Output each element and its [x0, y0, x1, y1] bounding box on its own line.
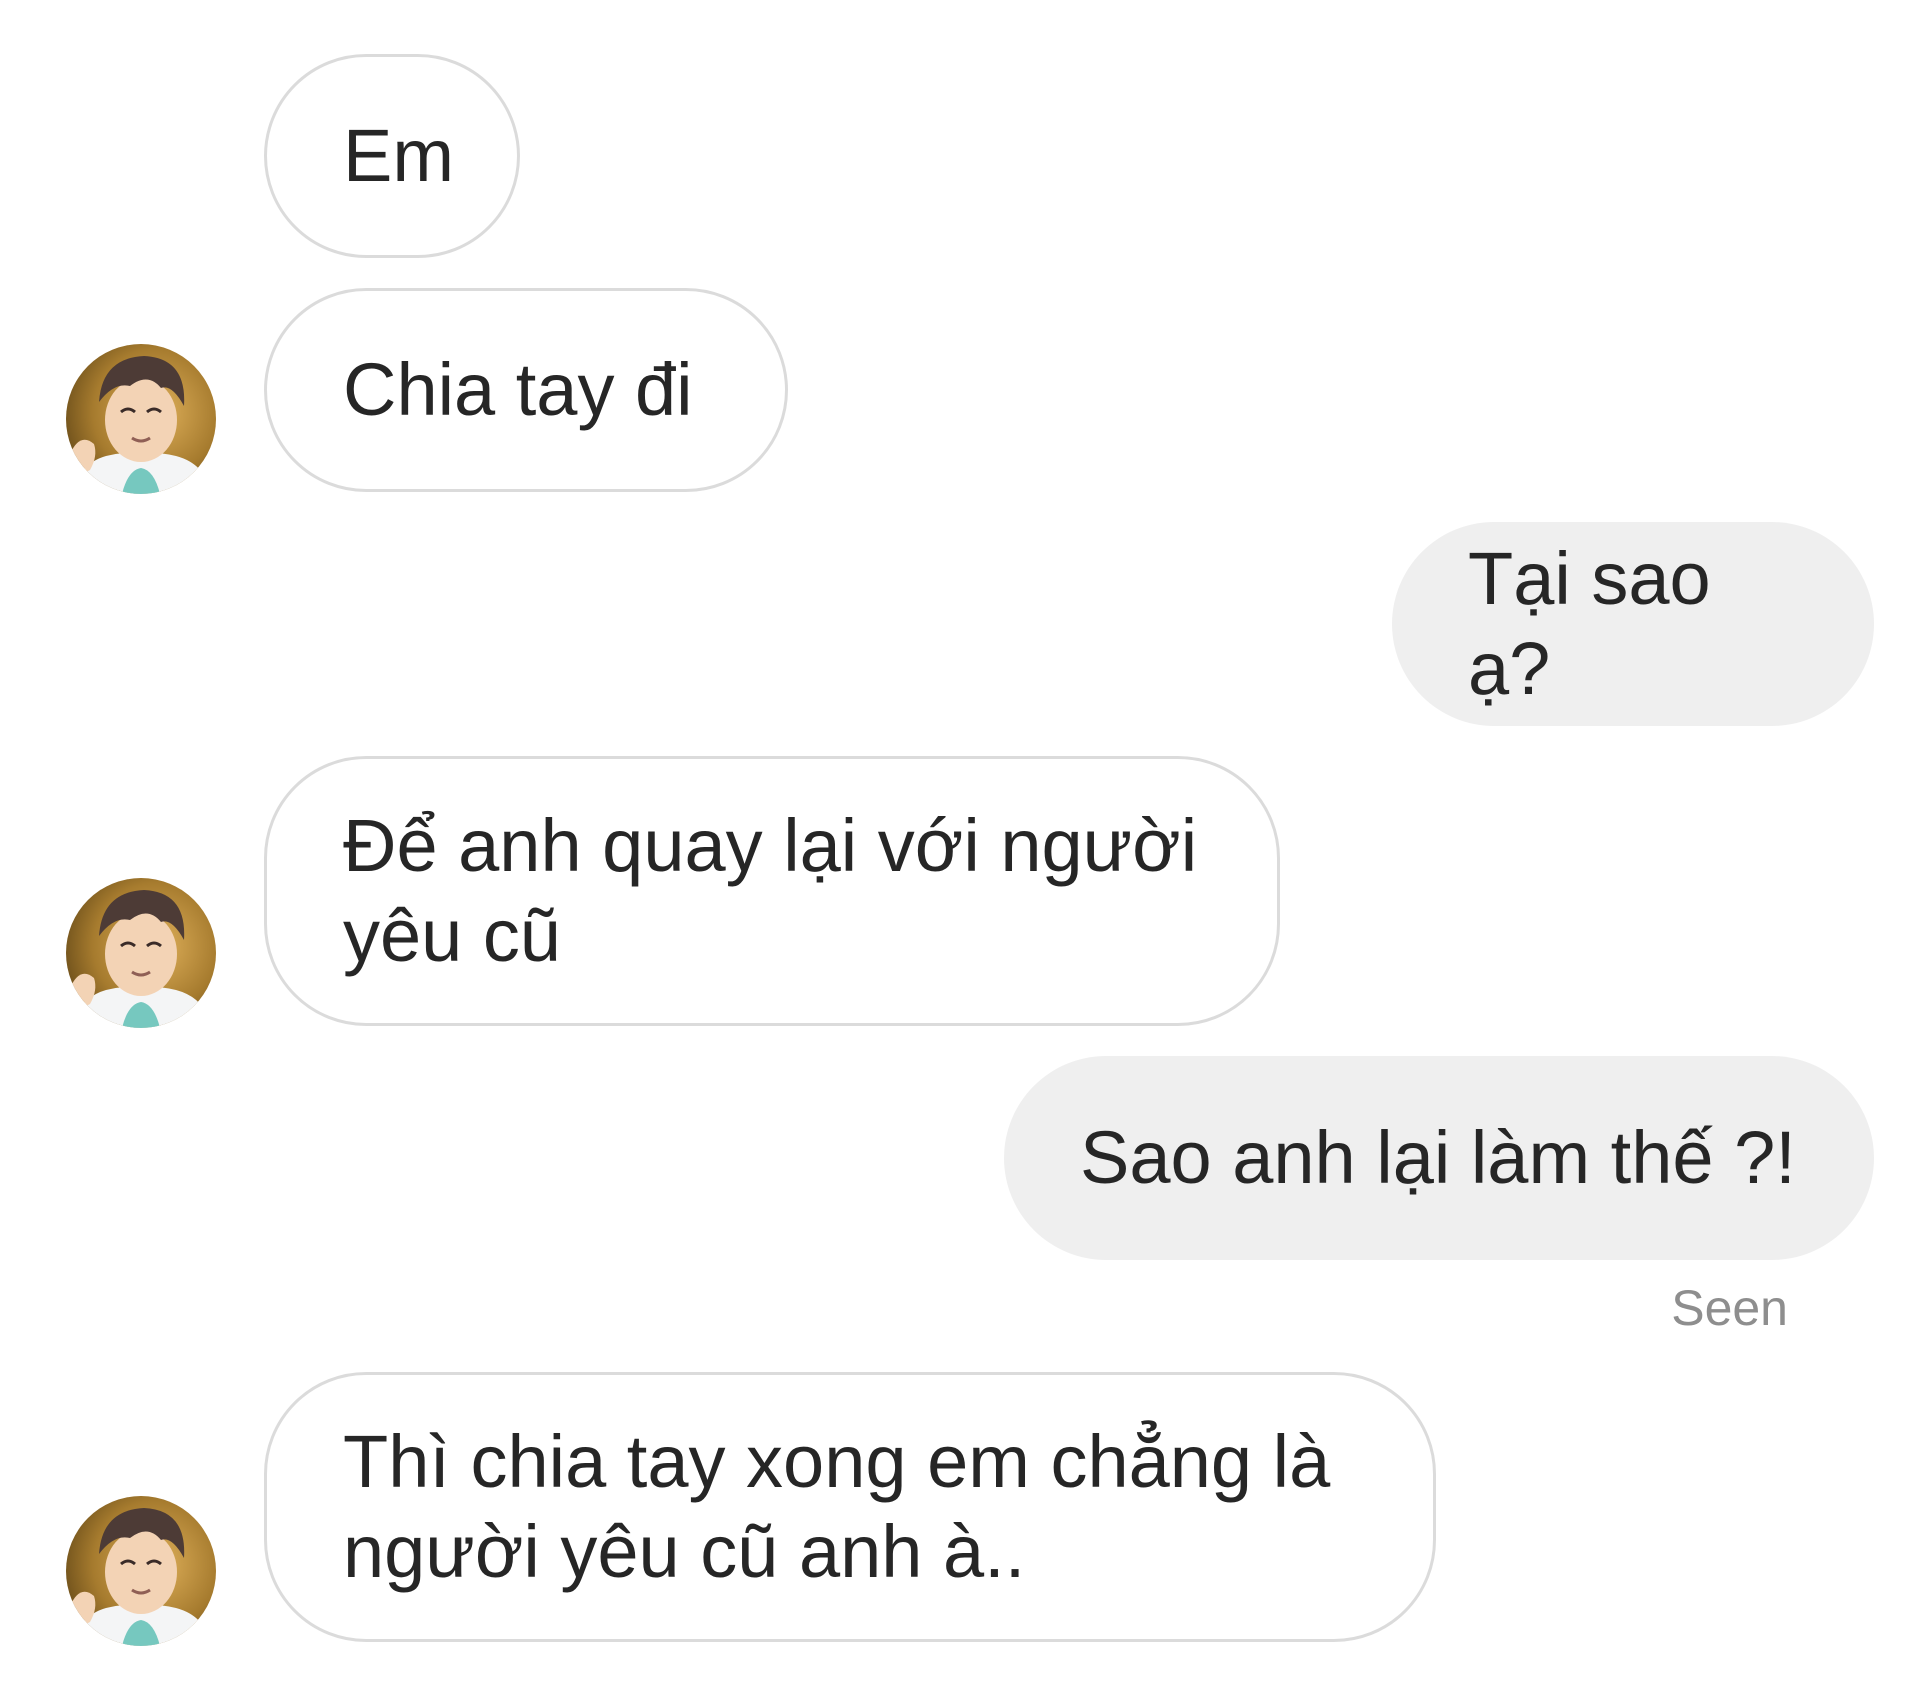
message-text-5: Sao anh lại làm thế ?! — [1080, 1116, 1796, 1199]
message-text-4: Để anh quay lại với người yêu cũ — [343, 804, 1198, 977]
sender-avatar-1[interactable] — [66, 344, 216, 494]
incoming-message-3[interactable]: Để anh quay lại với người yêu cũ — [264, 756, 1280, 1026]
sender-avatar-2[interactable] — [66, 878, 216, 1028]
incoming-message-1[interactable]: Em — [264, 54, 520, 258]
incoming-message-4[interactable]: Thì chia tay xong em chẳng là người yêu … — [264, 1372, 1436, 1642]
user-avatar-icon — [66, 344, 216, 494]
message-text-2: Chia tay đi — [343, 348, 693, 431]
user-avatar-icon — [66, 878, 216, 1028]
message-text-3: Tại sao ạ? — [1468, 537, 1732, 710]
sender-avatar-3[interactable] — [66, 1496, 216, 1646]
outgoing-message-1[interactable]: Tại sao ạ? — [1392, 522, 1874, 726]
seen-status: Seen — [1671, 1280, 1788, 1336]
message-text-1: Em — [343, 114, 454, 197]
message-thread: Em Chia tay đi Tại sao ạ? Để anh quay lạ… — [0, 0, 1920, 1704]
incoming-message-2[interactable]: Chia tay đi — [264, 288, 788, 492]
message-text-6: Thì chia tay xong em chẳng là người yêu … — [343, 1420, 1331, 1593]
user-avatar-icon — [66, 1496, 216, 1646]
outgoing-message-2[interactable]: Sao anh lại làm thế ?! — [1004, 1056, 1874, 1260]
